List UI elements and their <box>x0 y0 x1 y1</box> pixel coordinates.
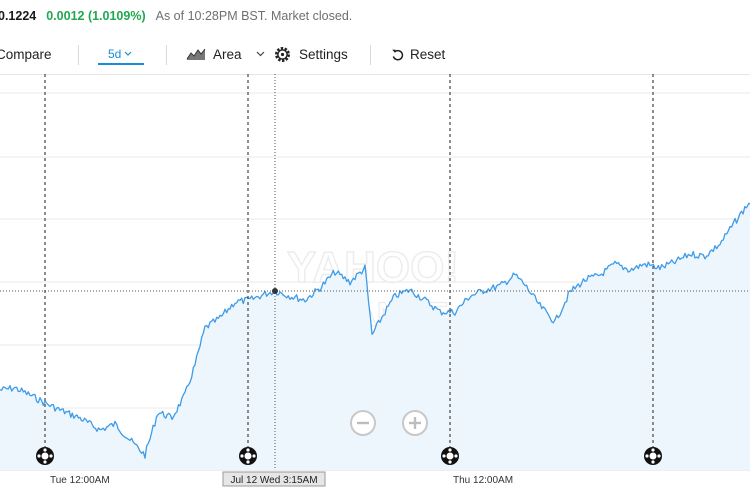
watermark-yahoo: YAHOO! <box>287 243 459 292</box>
crosshair-date-label: Jul 12 Wed 3:15AM <box>230 475 317 486</box>
crosshair-point <box>272 288 278 294</box>
zoom-out-icon[interactable] <box>350 410 376 436</box>
zoom-in-icon[interactable] <box>402 410 428 436</box>
x-axis-label: Tue 12:00AM <box>50 475 110 486</box>
event-marker-icon[interactable] <box>36 447 54 465</box>
event-marker-icon[interactable] <box>441 447 459 465</box>
x-axis-label: Thu 12:00AM <box>453 475 513 486</box>
price-chart[interactable]: YAHOO! FINANCE Tue 12:00AM Thu 12:00AM J… <box>0 0 750 500</box>
event-marker-icon[interactable] <box>239 447 257 465</box>
event-marker-icon[interactable] <box>644 447 662 465</box>
